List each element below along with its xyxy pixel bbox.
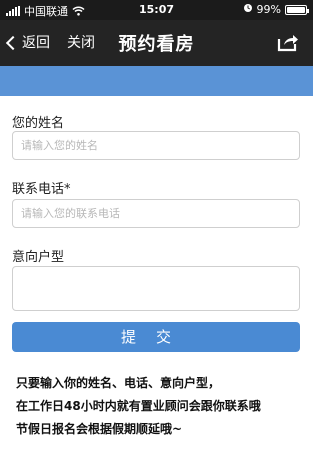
share-button[interactable]	[277, 32, 299, 56]
page-title: 预约看房	[118, 34, 195, 55]
name-field-box	[12, 131, 300, 160]
name-input[interactable]	[13, 132, 299, 159]
share-icon	[277, 35, 298, 52]
phone-label: 联系电话*	[12, 182, 71, 197]
unit-type-field-box	[12, 266, 300, 311]
submit-button[interactable]: 提交	[12, 322, 300, 352]
phone-input[interactable]	[13, 200, 299, 227]
battery-icon	[285, 4, 309, 15]
nav-bar: 返回 关闭 预约看房	[0, 20, 313, 66]
name-label: 您的姓名	[12, 116, 65, 131]
status-bar: 中国联通 15:07 99%	[0, 0, 313, 20]
note-line-3: 节假日报名会根据假期顺延哦~	[16, 422, 183, 436]
banner-strip	[0, 66, 313, 96]
phone-field-box	[12, 199, 300, 228]
note-line-1: 只要输入你的姓名、电话、意向户型，	[16, 376, 221, 390]
unit-type-input[interactable]	[13, 267, 299, 310]
alarm-icon	[243, 3, 253, 16]
unit-type-label: 意向户型	[12, 250, 65, 265]
status-right: 99%	[243, 3, 309, 16]
battery-percent: 99%	[256, 3, 281, 16]
note-line-2: 在工作日48小时内就有置业顾问会跟你联系哦	[16, 399, 261, 413]
